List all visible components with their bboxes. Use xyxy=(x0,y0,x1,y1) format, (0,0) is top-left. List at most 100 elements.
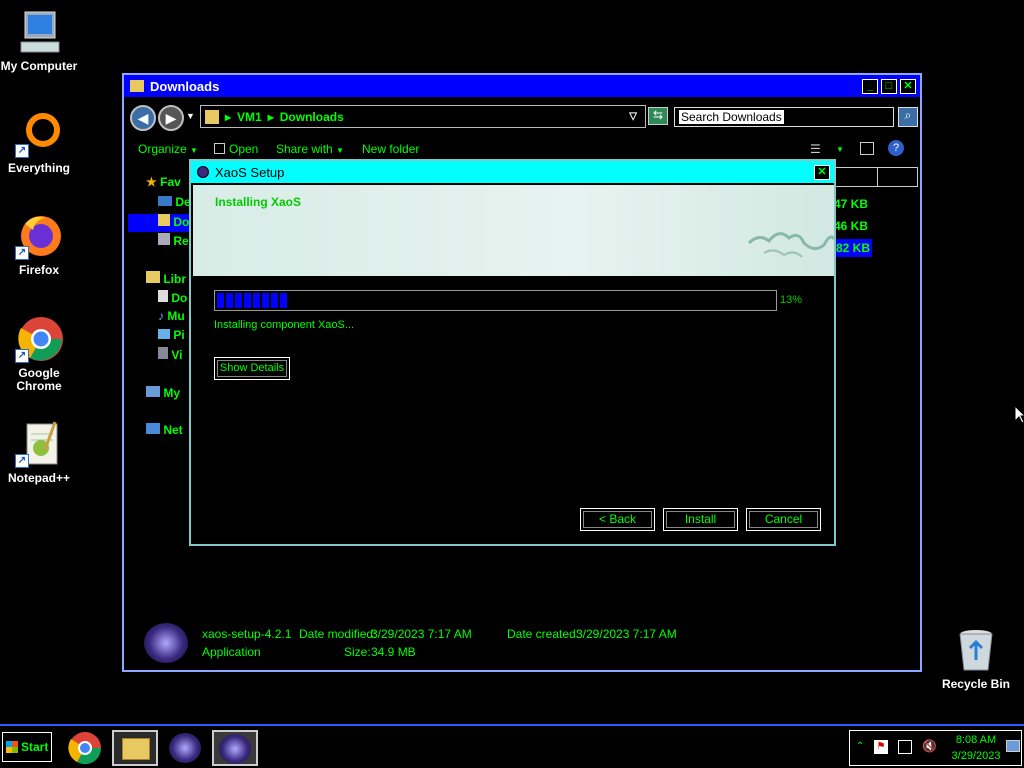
history-dropdown-icon[interactable]: ▼ xyxy=(186,111,195,121)
file-size-selected[interactable]: 82 KB xyxy=(832,239,873,257)
view-options-icon[interactable]: ☰ xyxy=(810,142,821,156)
chevron-down-icon[interactable]: ▼ xyxy=(836,145,844,154)
nav-libraries-label: Libr xyxy=(163,272,187,286)
network-icon[interactable] xyxy=(898,740,912,754)
music-icon: ♪ xyxy=(158,309,164,323)
taskbar-explorer[interactable] xyxy=(112,730,158,766)
nav-item-videos[interactable]: Vi xyxy=(158,347,182,365)
nav-network[interactable]: Net xyxy=(146,423,183,441)
help-icon[interactable]: ? xyxy=(888,140,904,156)
close-button[interactable]: ✕ xyxy=(900,79,916,94)
shortcut-arrow-icon: ↗ xyxy=(15,144,29,158)
clock-date[interactable]: 3/29/2023 xyxy=(946,750,1006,762)
open-icon xyxy=(214,143,225,154)
clock-time[interactable]: 8:08 AM xyxy=(946,734,1006,746)
nav-item-music[interactable]: ♪ Mu xyxy=(158,309,185,327)
desktop-icon-my-computer[interactable]: My Computer xyxy=(0,8,78,73)
shortcut-arrow-icon: ↗ xyxy=(15,454,29,468)
show-details-button[interactable]: Show Details xyxy=(214,357,290,380)
search-placeholder: Search Downloads xyxy=(679,110,784,124)
address-dropdown-icon[interactable]: ▽ xyxy=(629,111,637,122)
organize-menu[interactable]: Organize ▼ xyxy=(138,142,198,156)
nav-item-label: Do xyxy=(173,215,190,229)
nav-libraries[interactable]: Libr xyxy=(146,271,186,289)
explorer-titlebar[interactable]: Downloads xyxy=(124,75,920,97)
taskbar-chrome[interactable] xyxy=(62,730,108,766)
action-center-flag-icon[interactable]: ⚑ xyxy=(874,740,888,754)
folder-icon xyxy=(130,80,144,92)
search-input[interactable]: Search Downloads xyxy=(674,107,894,127)
nav-my-computer[interactable]: My xyxy=(146,386,180,404)
mouse-cursor-icon xyxy=(1014,404,1024,429)
maximize-button[interactable]: □ xyxy=(881,79,897,94)
shortcut-arrow-icon: ↗ xyxy=(15,349,29,363)
new-folder-button[interactable]: New folder xyxy=(362,142,419,156)
back-button[interactable]: ◀ xyxy=(130,105,156,131)
date-modified-label: Date modified: xyxy=(299,627,377,641)
breadcrumb-vm1[interactable]: VM1 xyxy=(237,110,262,124)
size-label: Size: xyxy=(344,645,371,659)
setup-titlebar[interactable]: XaoS Setup xyxy=(191,161,834,183)
xaos-icon xyxy=(197,166,209,178)
taskbar-xaos-setup[interactable] xyxy=(212,730,258,766)
nav-item-label: Do xyxy=(171,291,188,305)
recent-places-icon xyxy=(158,233,170,245)
desktop-icon-recycle-bin[interactable]: Recycle Bin xyxy=(936,626,1016,691)
date-created-value: 3/29/2023 7:17 AM xyxy=(576,627,677,641)
setup-banner: Installing XaoS xyxy=(193,185,834,276)
dialog-title: XaoS Setup xyxy=(215,164,285,180)
install-button[interactable]: Install xyxy=(663,508,738,531)
address-bar[interactable]: ▸ VM1 ▸ Downloads ▽ xyxy=(200,105,646,128)
dialog-close-button[interactable]: ✕ xyxy=(814,165,830,180)
show-hidden-icons-icon[interactable]: ⌃ xyxy=(856,741,864,752)
details-pane: xaos-setup-4.2.1 Application Date modifi… xyxy=(144,619,904,667)
breadcrumb-separator-icon: ▸ xyxy=(225,109,232,124)
pictures-icon xyxy=(158,329,170,339)
desktop-icon-google-chrome[interactable]: ↗ Google Chrome xyxy=(0,315,78,393)
nav-favorites-label: Fav xyxy=(160,175,181,189)
notepad-plus-plus-icon: ↗ xyxy=(15,420,63,468)
desktop-icon-everything[interactable]: ↗ Everything xyxy=(0,110,78,175)
nav-item-downloads[interactable]: Do xyxy=(128,214,190,232)
desktop-icon-notepad-plus-plus[interactable]: ↗ Notepad++ xyxy=(0,420,78,485)
nav-item-label: Re xyxy=(173,234,189,248)
desktop-icon-firefox[interactable]: ↗ Firefox xyxy=(0,212,78,277)
share-with-menu[interactable]: Share with ▼ xyxy=(276,142,344,156)
refresh-button[interactable]: ⇆ xyxy=(648,107,668,125)
videos-icon xyxy=(158,347,168,359)
taskbar-xaos[interactable] xyxy=(162,730,208,766)
nav-item-pictures[interactable]: Pi xyxy=(158,328,185,346)
open-label: Open xyxy=(229,142,259,156)
file-size: 47 KB xyxy=(834,197,869,211)
forward-button[interactable]: ▶ xyxy=(158,105,184,131)
search-icon[interactable]: ⌕ xyxy=(898,107,918,127)
back-button[interactable]: < Back xyxy=(580,508,655,531)
breadcrumb-downloads[interactable]: Downloads xyxy=(280,110,344,124)
nav-item-documents[interactable]: Do xyxy=(158,290,187,308)
desktop-icon-label: My Computer xyxy=(0,59,78,73)
chevron-down-icon: ▼ xyxy=(336,146,344,155)
chrome-icon xyxy=(68,732,102,765)
nav-item-label: Mu xyxy=(167,309,185,323)
show-desktop-icon[interactable] xyxy=(1006,740,1020,752)
file-name: xaos-setup-4.2.1 xyxy=(202,627,292,641)
nav-network-label: Net xyxy=(163,423,183,437)
start-button[interactable]: Start xyxy=(2,732,52,762)
volume-muted-icon[interactable]: 🔇 xyxy=(922,739,937,753)
nav-item-desktop[interactable]: De xyxy=(158,195,191,213)
progress-fill xyxy=(217,293,290,308)
column-header[interactable] xyxy=(834,167,918,187)
nav-favorites[interactable]: ★ Fav xyxy=(146,175,181,193)
nav-item-recent[interactable]: Re xyxy=(158,233,189,251)
minimize-button[interactable]: _ xyxy=(862,79,878,94)
file-size: 46 KB xyxy=(834,219,869,233)
preview-pane-icon[interactable] xyxy=(860,142,874,155)
cancel-button[interactable]: Cancel xyxy=(746,508,821,531)
desktop-icon-label: Everything xyxy=(7,161,70,175)
documents-icon xyxy=(158,290,168,302)
command-bar: Organize ▼ Open Share with ▼ New folder … xyxy=(130,139,914,159)
start-label: Start xyxy=(21,740,49,754)
firefox-icon: ↗ xyxy=(15,212,63,260)
nav-item-label: Pi xyxy=(173,328,185,342)
open-button[interactable]: Open xyxy=(214,142,258,156)
